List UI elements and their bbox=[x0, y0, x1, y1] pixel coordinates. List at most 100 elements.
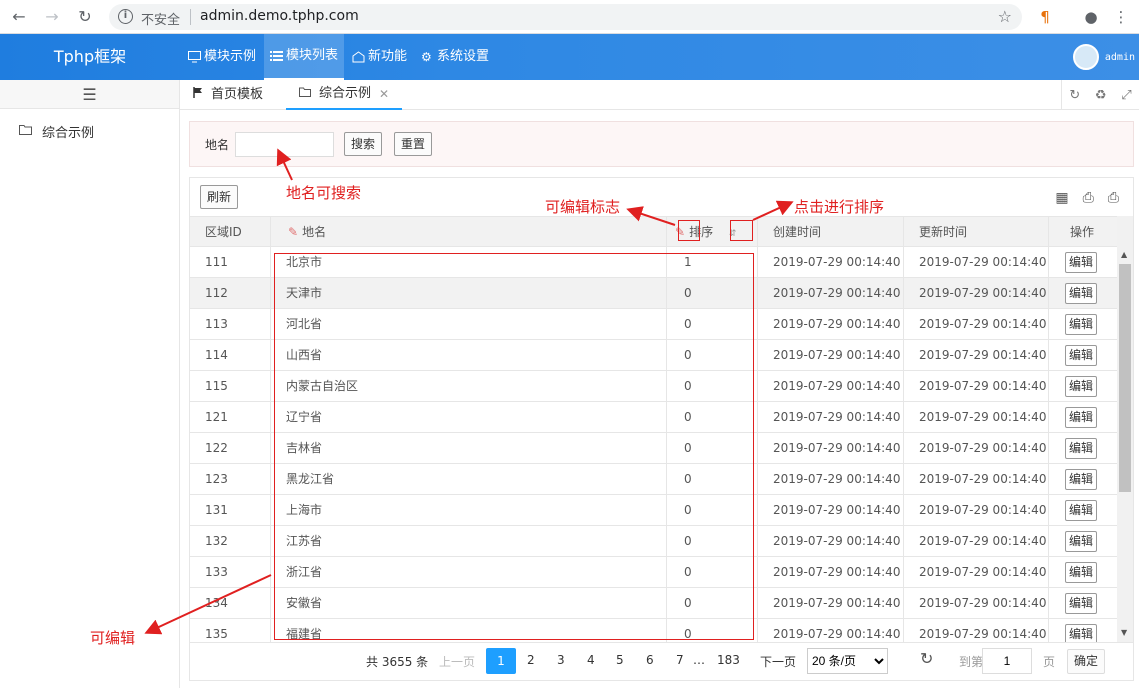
goto-confirm-button[interactable]: 确定 bbox=[1067, 649, 1106, 674]
refresh-button[interactable]: 刷新 bbox=[200, 185, 239, 209]
page-button[interactable]: 7 bbox=[676, 653, 684, 667]
refresh-icon[interactable]: ↻ bbox=[1069, 88, 1080, 103]
bookmark-star-icon[interactable]: ☆ bbox=[998, 7, 1012, 26]
edit-button[interactable]: 编辑 bbox=[1065, 345, 1098, 366]
cell-created-at: 2019-07-29 00:14:40 bbox=[758, 309, 904, 339]
column-header-updated-at[interactable]: 更新时间 bbox=[904, 217, 1049, 247]
columns-icon[interactable]: ▦ bbox=[1055, 190, 1068, 206]
edit-button[interactable]: 编辑 bbox=[1065, 438, 1098, 459]
refresh-page-icon[interactable]: ↻ bbox=[920, 649, 933, 668]
edit-button[interactable]: 编辑 bbox=[1065, 500, 1098, 521]
back-icon[interactable]: ← bbox=[8, 6, 30, 28]
sort-mark-highlight bbox=[730, 220, 753, 241]
menu-item-module-list[interactable]: 模块列表 bbox=[264, 34, 345, 80]
cell-updated-at: 2019-07-29 00:14:40 bbox=[904, 526, 1049, 556]
prev-page-button[interactable]: 上一页 bbox=[439, 653, 475, 670]
monitor-icon bbox=[188, 51, 201, 63]
edit-mark-highlight bbox=[678, 220, 700, 241]
page-button-current[interactable]: 1 bbox=[486, 648, 516, 674]
page-button[interactable]: 3 bbox=[557, 653, 565, 667]
place-name-search-input[interactable] bbox=[235, 132, 334, 157]
reset-button[interactable]: 重置 bbox=[394, 132, 433, 156]
search-button[interactable]: 搜索 bbox=[344, 132, 383, 156]
edit-button[interactable]: 编辑 bbox=[1065, 562, 1098, 583]
goto-page-input[interactable] bbox=[982, 648, 1032, 674]
fullscreen-icon[interactable]: ⤢ bbox=[1121, 88, 1131, 103]
divider bbox=[190, 9, 191, 25]
export-icon[interactable]: ⎙ bbox=[1083, 190, 1094, 206]
pagination: 共 3655 条 上一页 1 2 3 4 5 6 7 … 183 下一页 20 … bbox=[190, 642, 1133, 680]
table-scrollbar[interactable]: ▲ ▼ bbox=[1117, 216, 1133, 642]
cell-actions: 编辑 bbox=[1049, 402, 1117, 432]
brand-logo[interactable]: Tphp框架 bbox=[0, 34, 180, 80]
avatar[interactable] bbox=[1072, 44, 1099, 70]
url-text[interactable]: admin.demo.tphp.com bbox=[200, 8, 359, 24]
account-icon[interactable]: ● bbox=[1080, 6, 1102, 28]
page-size-select[interactable]: 20 条/页 bbox=[807, 648, 888, 674]
edit-button[interactable]: 编辑 bbox=[1065, 624, 1098, 642]
close-icon[interactable]: ✕ bbox=[379, 79, 389, 109]
reload-icon[interactable]: ↻ bbox=[74, 6, 96, 28]
page-ellipsis: … bbox=[693, 653, 705, 667]
edit-button[interactable]: 编辑 bbox=[1065, 593, 1098, 614]
gear-icon: ⚙ bbox=[421, 50, 432, 64]
edit-button[interactable]: 编辑 bbox=[1065, 283, 1098, 304]
edit-button[interactable]: 编辑 bbox=[1065, 314, 1098, 335]
page-button[interactable]: 5 bbox=[616, 653, 624, 667]
sidebar-item-overview[interactable]: 综合示例 bbox=[19, 122, 94, 141]
tab-overview[interactable]: 综合示例 ✕ bbox=[286, 79, 403, 110]
menu-item-system-settings[interactable]: ⚙ 系统设置 bbox=[415, 34, 495, 80]
scroll-up-icon[interactable]: ▲ bbox=[1121, 250, 1127, 259]
edit-button[interactable]: 编辑 bbox=[1065, 469, 1098, 490]
annotation-searchable: 地名可搜索 bbox=[286, 184, 362, 202]
scroll-thumb[interactable] bbox=[1119, 264, 1131, 492]
column-header-created-at[interactable]: 创建时间 bbox=[758, 217, 904, 247]
column-header-region-id[interactable]: 区域ID bbox=[190, 217, 271, 247]
sidebar-toggle-icon[interactable]: ☰ bbox=[0, 80, 179, 109]
cell-region-id: 121 bbox=[190, 402, 271, 432]
page-button[interactable]: 6 bbox=[646, 653, 654, 667]
cell-actions: 编辑 bbox=[1049, 495, 1117, 525]
page-tabs: 首页模板 综合示例 ✕ ↻ ♻ ⤢ bbox=[180, 80, 1139, 110]
cell-updated-at: 2019-07-29 00:14:40 bbox=[904, 464, 1049, 494]
menu-item-module-examples[interactable]: 模块示例 bbox=[182, 34, 262, 80]
next-page-button[interactable]: 下一页 bbox=[760, 653, 796, 670]
edit-button[interactable]: 编辑 bbox=[1065, 407, 1098, 428]
page-button[interactable]: 4 bbox=[587, 653, 595, 667]
column-header-actions: 操作 bbox=[1070, 225, 1095, 239]
cell-region-id: 132 bbox=[190, 526, 271, 556]
annotation-editable: 可编辑 bbox=[90, 629, 136, 647]
recycle-icon[interactable]: ♻ bbox=[1095, 88, 1107, 103]
cell-created-at: 2019-07-29 00:14:40 bbox=[758, 526, 904, 556]
cell-updated-at: 2019-07-29 00:14:40 bbox=[904, 402, 1049, 432]
cell-region-id: 115 bbox=[190, 371, 271, 401]
cell-updated-at: 2019-07-29 00:14:40 bbox=[904, 495, 1049, 525]
column-header-place-name[interactable]: ✎ 地名 bbox=[271, 217, 667, 247]
extension-icon[interactable]: ¶ bbox=[1034, 6, 1056, 28]
forward-icon[interactable]: → bbox=[41, 6, 63, 28]
edit-button[interactable]: 编辑 bbox=[1065, 376, 1098, 397]
edit-button[interactable]: 编辑 bbox=[1065, 252, 1098, 273]
menu-item-new-features[interactable]: 新功能 bbox=[346, 34, 413, 80]
page-button-last[interactable]: 183 bbox=[717, 653, 740, 667]
address-bar[interactable]: i 不安全 admin.demo.tphp.com ☆ bbox=[109, 4, 1022, 30]
cell-updated-at: 2019-07-29 00:14:40 bbox=[904, 247, 1049, 277]
cell-region-id: 122 bbox=[190, 433, 271, 463]
tab-label: 综合示例 bbox=[319, 86, 372, 101]
page-button[interactable]: 2 bbox=[527, 653, 535, 667]
info-icon[interactable]: i bbox=[118, 9, 133, 24]
more-menu-icon[interactable]: ⋮ bbox=[1110, 6, 1132, 28]
page-unit-label: 页 bbox=[1043, 655, 1056, 669]
username: admin bbox=[1104, 51, 1135, 63]
security-label: 不安全 bbox=[141, 13, 181, 28]
edit-button[interactable]: 编辑 bbox=[1065, 531, 1098, 552]
cell-actions: 编辑 bbox=[1049, 371, 1117, 401]
cell-actions: 编辑 bbox=[1049, 557, 1117, 587]
cell-region-id: 111 bbox=[190, 247, 271, 277]
editable-region-highlight bbox=[274, 253, 754, 640]
print-icon[interactable]: ⎙ bbox=[1108, 190, 1119, 206]
scroll-down-icon[interactable]: ▼ bbox=[1121, 628, 1127, 637]
user-menu[interactable]: admin bbox=[1072, 44, 1135, 70]
cell-actions: 编辑 bbox=[1049, 526, 1117, 556]
tab-home-template[interactable]: 首页模板 bbox=[193, 80, 263, 110]
